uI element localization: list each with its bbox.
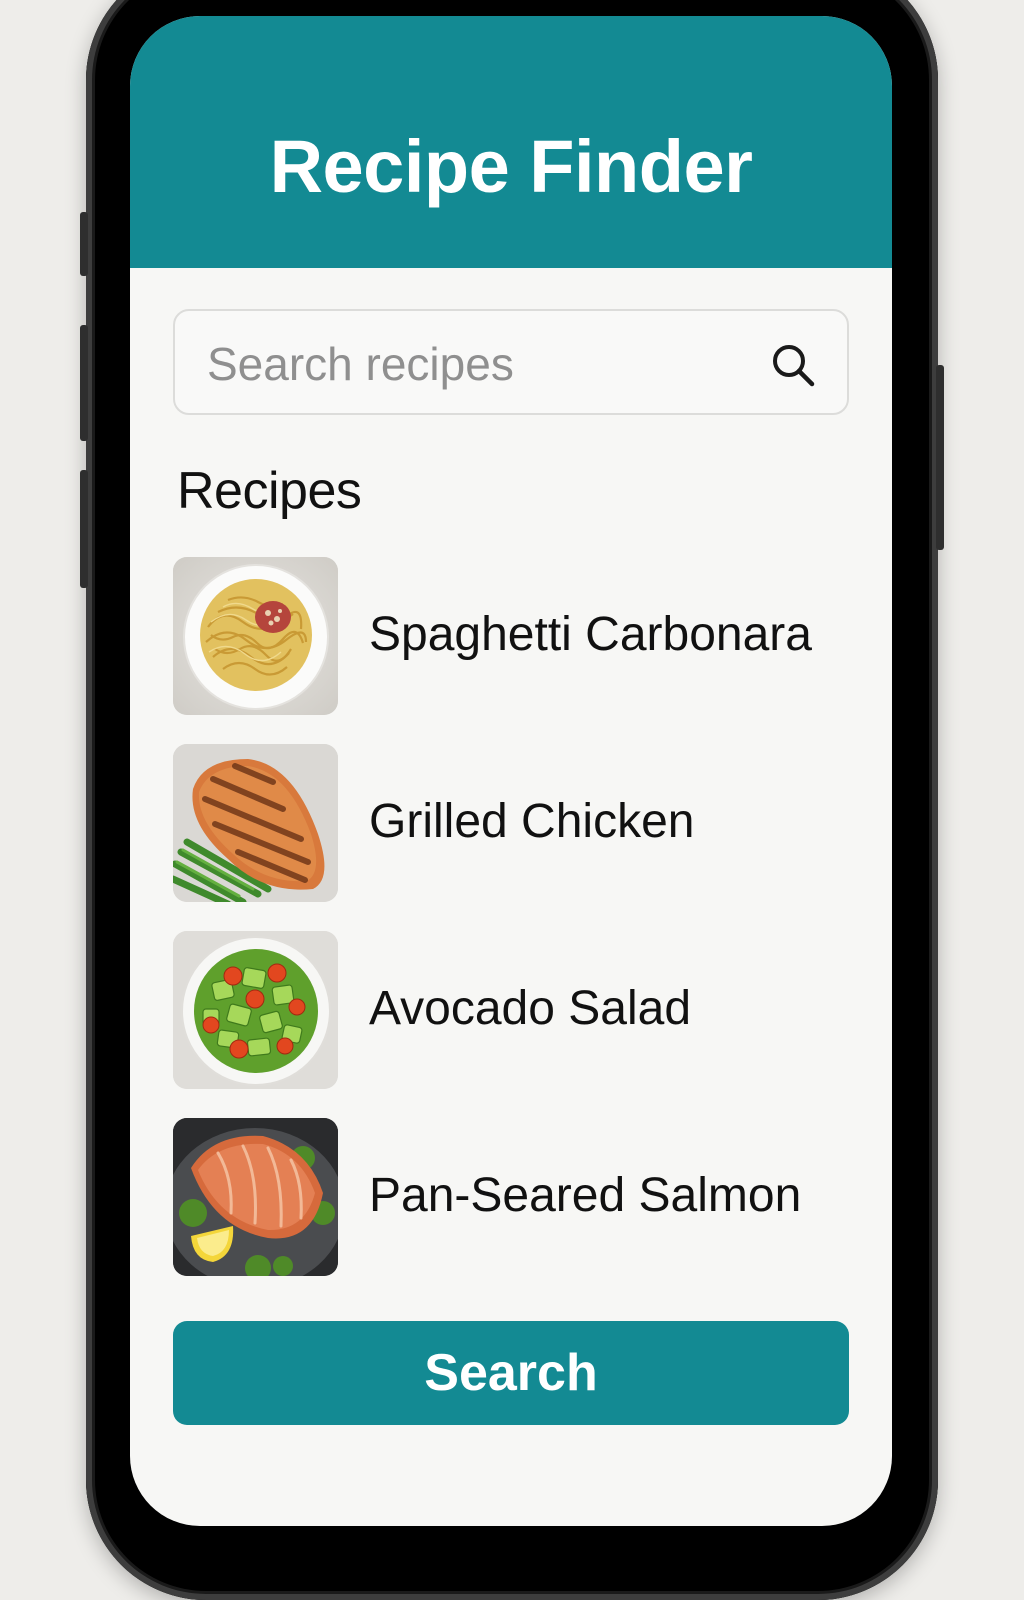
recipe-item-grilled-chicken[interactable]: Grilled Chicken: [173, 744, 849, 904]
recipe-title: Pan-Seared Salmon: [369, 1169, 802, 1222]
recipe-item-pan-seared-salmon[interactable]: Pan-Seared Salmon: [173, 1118, 849, 1278]
volume-down-button: [80, 470, 88, 588]
recipe-item-avocado-salad[interactable]: Avocado Salad: [173, 931, 849, 1091]
search-input[interactable]: [205, 331, 749, 397]
app-header: Recipe Finder: [130, 16, 892, 268]
search-button[interactable]: Search: [173, 1321, 849, 1425]
recipe-title: Avocado Salad: [369, 982, 692, 1035]
recipes-heading: Recipes: [177, 462, 362, 520]
app-screen: Recipe Finder Recipes: [130, 16, 892, 1526]
spaghetti-carbonara-image: [173, 557, 338, 715]
avocado-salad-image: [173, 931, 338, 1089]
mute-switch: [80, 212, 88, 276]
search-bar[interactable]: [173, 309, 849, 415]
volume-up-button: [80, 325, 88, 441]
pan-seared-salmon-image: [173, 1118, 338, 1276]
app-title: Recipe Finder: [269, 125, 753, 208]
grilled-chicken-image: [173, 744, 338, 902]
power-button: [936, 365, 944, 550]
recipe-title: Spaghetti Carbonara: [369, 608, 812, 661]
recipe-title: Grilled Chicken: [369, 795, 695, 848]
recipe-item-spaghetti-carbonara[interactable]: Spaghetti Carbonara: [173, 557, 849, 717]
search-icon[interactable]: [769, 341, 817, 389]
